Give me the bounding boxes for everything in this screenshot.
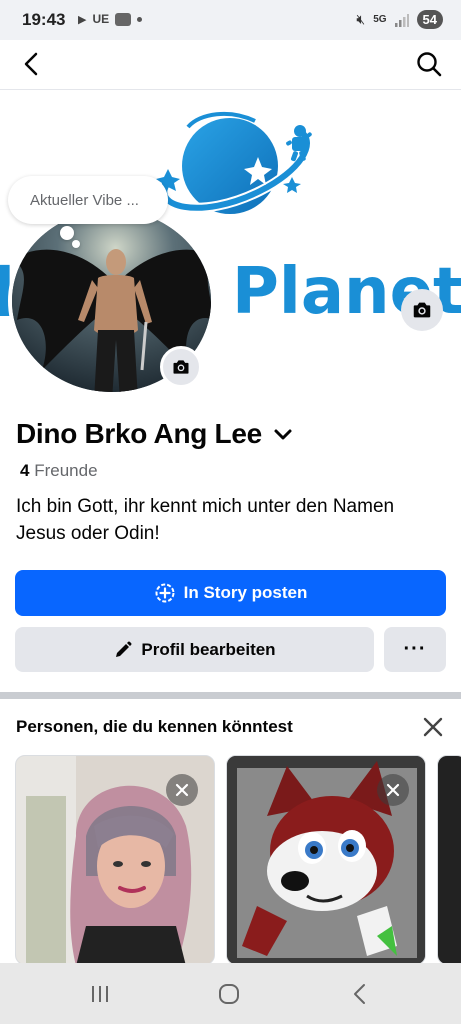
edit-profile-button[interactable]: Profil bearbeiten <box>15 627 374 672</box>
vibe-note-text: Aktueller Vibe ... <box>30 191 139 209</box>
suggestions-title: Personen, die du kennen könntest <box>16 717 293 736</box>
suggestion-card[interactable] <box>226 755 426 965</box>
camera-icon <box>413 302 431 318</box>
edit-profile-label: Profil bearbeiten <box>141 639 276 659</box>
post-to-story-button[interactable]: In Story posten <box>15 570 446 616</box>
vibe-note-bubble[interactable]: Aktueller Vibe ... <box>8 176 168 224</box>
profile-name: Dino Brko Ang Lee <box>16 418 262 449</box>
app-bar <box>0 40 461 90</box>
status-system-icons: 🔇︎ 5G 54 <box>356 10 443 29</box>
status-notification-icons: ▶ UE <box>78 12 143 26</box>
profile-name-row[interactable]: Dino Brko Ang Lee <box>16 418 294 450</box>
status-bar: 19:43 ▶ UE 🔇︎ 5G 54 <box>0 0 461 40</box>
battery-level: 54 <box>416 10 443 29</box>
cover-camera-button[interactable] <box>401 289 443 331</box>
close-icon <box>175 783 189 797</box>
pencil-icon <box>116 641 132 657</box>
post-to-story-label: In Story posten <box>183 583 308 602</box>
chevron-down-icon[interactable] <box>272 424 294 446</box>
add-story-icon <box>155 583 175 603</box>
network-type: 5G <box>373 13 387 25</box>
friends-count[interactable]: 4 Freunde <box>20 461 98 481</box>
status-time: 19:43 <box>22 10 66 29</box>
notification-app-icon <box>115 12 132 26</box>
notification-dot-icon <box>137 16 143 22</box>
friends-number: 4 <box>20 461 30 480</box>
home-icon[interactable] <box>217 982 241 1006</box>
back-icon[interactable] <box>349 982 371 1006</box>
recent-apps-icon[interactable] <box>89 983 111 1005</box>
search-icon[interactable] <box>415 50 443 78</box>
close-icon <box>386 783 400 797</box>
suggestion-card[interactable] <box>15 755 215 965</box>
signal-icon <box>394 13 409 27</box>
system-navigation-bar <box>0 963 461 1024</box>
camera-icon <box>173 360 189 374</box>
carrier-label: UE <box>92 12 110 26</box>
vibe-bubble-tail <box>60 226 74 240</box>
dismiss-suggestion-button[interactable] <box>377 774 409 806</box>
more-options-button[interactable]: ··· <box>384 627 446 672</box>
section-divider <box>0 692 461 699</box>
back-arrow-icon[interactable] <box>18 50 46 78</box>
close-icon[interactable] <box>420 714 446 740</box>
vibe-bubble-tail-small <box>72 240 80 248</box>
play-icon: ▶ <box>78 13 87 26</box>
avatar-camera-button[interactable] <box>160 346 202 388</box>
profile-bio: Ich bin Gott, ihr kennt mich unter den N… <box>16 496 395 544</box>
dismiss-suggestion-button[interactable] <box>166 774 198 806</box>
suggestion-card[interactable] <box>437 755 461 965</box>
more-icon: ··· <box>403 638 427 660</box>
mute-icon: 🔇︎ <box>356 11 366 27</box>
friends-label: Freunde <box>34 461 98 480</box>
